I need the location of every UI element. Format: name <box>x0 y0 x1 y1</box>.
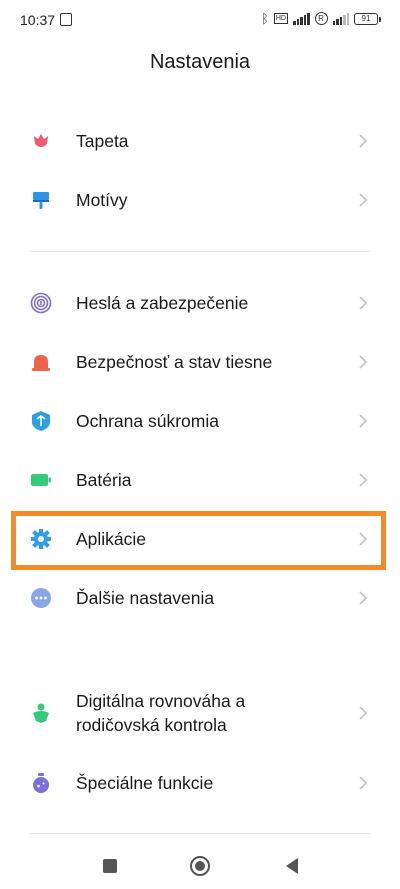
parent-child-icon <box>30 702 52 724</box>
alarm-light-icon <box>30 351 52 373</box>
selection-highlight <box>11 511 386 570</box>
status-time: 10:37 <box>20 12 56 28</box>
menu-item-label: Motívy <box>76 190 128 210</box>
chevron-right-icon <box>356 473 370 487</box>
fingerprint-icon <box>30 292 52 314</box>
menu-item-motivy[interactable]: Motívy <box>0 171 400 229</box>
chevron-right-icon <box>356 193 370 207</box>
menu-item-bezpecnost-stav-tiesne[interactable]: Bezpečnosť a stav tiesne <box>0 333 400 391</box>
signal-icon <box>293 12 310 25</box>
chevron-right-icon <box>356 776 370 790</box>
menu-item-label: Batéria <box>76 470 132 490</box>
square-icon[interactable] <box>98 854 122 878</box>
status-icons: ᛒ HD R 91 <box>261 11 381 26</box>
privacy-shield-icon <box>30 410 52 432</box>
chevron-right-icon <box>356 355 370 369</box>
hd-badge: HD <box>273 13 288 24</box>
nfc-icon <box>60 13 72 26</box>
menu-item-label: Bezpečnosť a stav tiesne <box>76 352 273 372</box>
menu-item-label: Heslá a zabezpečenie <box>76 293 249 313</box>
triangle-back-icon[interactable] <box>280 854 304 878</box>
chevron-right-icon <box>356 706 370 720</box>
battery-indicator: 91 <box>354 12 381 25</box>
roaming-icon: R <box>314 12 328 25</box>
status-bar: 10:37 ᛒ HD R 91 <box>0 0 400 40</box>
menu-item-digitalna-rovnovaha[interactable]: Digitálna rovnováha a rodičovská kontrol… <box>0 680 400 746</box>
section-divider <box>30 251 370 252</box>
signal-icon-2 <box>332 12 349 25</box>
brush-icon <box>30 189 52 211</box>
tulip-icon <box>30 130 52 152</box>
more-dots-icon <box>30 587 52 609</box>
menu-item-label: Špeciálne funkcie <box>76 773 214 793</box>
bluetooth-icon: ᛒ <box>261 11 269 26</box>
menu-item-bateria[interactable]: Batéria <box>0 451 400 509</box>
section-divider <box>30 833 370 834</box>
menu-item-label-line2: rodičovská kontrola <box>76 715 227 735</box>
page-title: Nastavenia <box>149 51 251 73</box>
menu-item-specialne-funkcie[interactable]: Špeciálne funkcie <box>0 754 400 812</box>
chevron-right-icon <box>356 296 370 310</box>
menu-item-ochrana-sukromia[interactable]: Ochrana súkromia <box>0 392 400 450</box>
battery-icon <box>30 469 52 491</box>
navigation-bar <box>0 844 400 889</box>
menu-item-tapeta[interactable]: Tapeta <box>0 112 400 170</box>
special-features-icon <box>30 772 52 794</box>
menu-item-label: Tapeta <box>76 131 129 151</box>
chevron-right-icon <box>356 414 370 428</box>
menu-item-label: Digitálna rovnováha a rodičovská kontrol… <box>76 689 245 737</box>
chevron-right-icon <box>356 134 370 148</box>
chevron-right-icon <box>356 591 370 605</box>
menu-item-dalsie-nastavenia[interactable]: Ďalšie nastavenia <box>0 569 400 627</box>
menu-item-label: Ďalšie nastavenia <box>76 588 215 608</box>
menu-item-hesla-zabezpecenie[interactable]: Heslá a zabezpečenie <box>0 274 400 332</box>
circle-icon[interactable] <box>188 854 212 878</box>
menu-item-label: Ochrana súkromia <box>76 411 219 431</box>
menu-item-label-line1: Digitálna rovnováha a <box>76 691 246 711</box>
